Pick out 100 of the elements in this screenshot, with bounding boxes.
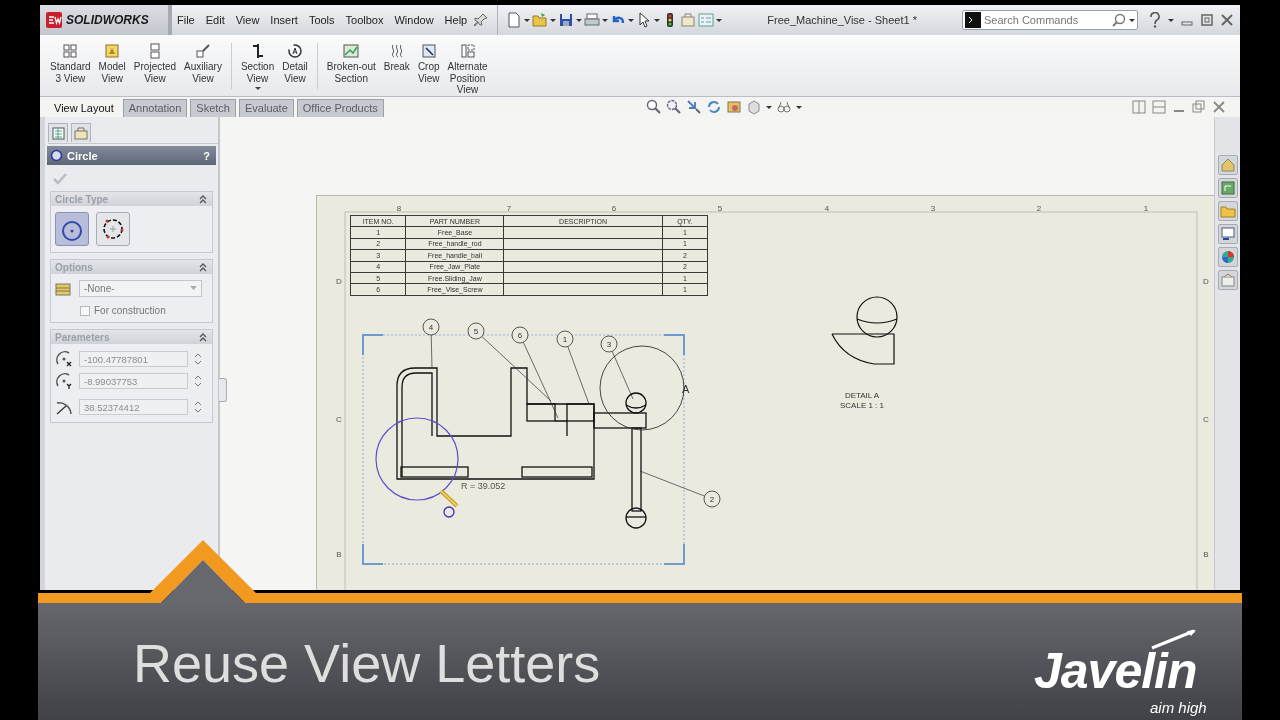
menu-item[interactable]: Toolbox <box>340 12 389 28</box>
balloon[interactable]: 2 <box>703 490 721 508</box>
circle-icon <box>50 149 63 162</box>
leader-line <box>611 350 634 400</box>
view-tool-icon <box>459 43 476 59</box>
save-icon[interactable] <box>558 12 575 28</box>
zone-label: 1 <box>1143 204 1149 213</box>
sketch-circle[interactable] <box>375 417 459 501</box>
printer-icon[interactable] <box>584 12 601 28</box>
previous-view-icon[interactable] <box>686 99 703 115</box>
toolbar-button[interactable]: Crop View <box>413 43 444 84</box>
glasses-icon[interactable] <box>776 99 793 115</box>
balloon[interactable]: 5 <box>467 322 485 340</box>
appearance-icon[interactable] <box>1217 247 1238 267</box>
view-tool-icon <box>287 43 304 59</box>
property-tab[interactable] <box>71 123 91 142</box>
help-button[interactable]: ? <box>203 149 210 162</box>
menu-item[interactable]: Help <box>439 12 473 28</box>
toolbar-button[interactable]: Detail View <box>278 43 312 84</box>
panel-title: Circle <box>67 149 99 162</box>
zone-label: C <box>336 415 342 424</box>
group-title: Options <box>55 261 94 273</box>
brand-logo: Javelin <box>1034 646 1197 696</box>
menu-item[interactable]: View <box>230 12 265 28</box>
menu-item[interactable]: File <box>172 12 200 28</box>
close-icon[interactable] <box>1220 13 1234 27</box>
zone-label: 8 <box>396 204 402 213</box>
checkbox[interactable] <box>80 305 90 316</box>
balloon[interactable]: 1 <box>556 330 574 348</box>
tab[interactable]: Sketch <box>190 99 236 117</box>
tile-icon[interactable] <box>1152 100 1166 114</box>
view-tool-icon <box>420 43 437 59</box>
center-y-icon <box>55 372 73 390</box>
view-tool-icon <box>62 43 79 59</box>
toolbar-button[interactable]: Projected View <box>129 43 181 84</box>
zone-label: D <box>336 277 342 286</box>
zone-label: C <box>1203 415 1209 424</box>
zone-label: B <box>336 550 342 559</box>
toolbar-button[interactable]: Model View <box>94 43 130 84</box>
view-tool-icon <box>343 43 360 59</box>
zoom-to-fit-icon[interactable] <box>646 99 663 115</box>
leader-line <box>639 470 705 497</box>
display-style-icon[interactable] <box>726 99 743 115</box>
toolbar-button[interactable]: Broken-out Section <box>322 43 380 84</box>
checkbox-label: For construction <box>94 305 166 316</box>
zone-label: 3 <box>930 204 936 213</box>
balloon[interactable]: 4 <box>422 318 440 336</box>
search-field[interactable]: Search Commands <box>962 10 1138 30</box>
search-input[interactable]: Search Commands <box>984 14 1109 26</box>
balloon[interactable]: 3 <box>600 335 618 353</box>
palette-icon[interactable] <box>1217 224 1238 244</box>
circle-type-button[interactable] <box>96 212 130 246</box>
feature-tree-tab[interactable] <box>48 123 68 142</box>
menu-item[interactable]: Edit <box>200 12 230 28</box>
brand-tagline: aim high <box>1150 698 1207 718</box>
home-icon[interactable] <box>1217 155 1238 175</box>
view-label: DETAIL A <box>844 391 880 400</box>
menu-item[interactable]: Insert <box>265 12 303 28</box>
balloon[interactable]: 6 <box>511 326 529 344</box>
group-title: Circle Type <box>55 193 110 205</box>
properties-icon[interactable] <box>1217 270 1238 290</box>
restore-icon[interactable] <box>1192 100 1206 114</box>
maximize-icon[interactable] <box>1200 13 1214 27</box>
collapse-icon[interactable] <box>198 332 208 342</box>
tab[interactable]: Evaluate <box>239 99 294 117</box>
zoom-area-icon[interactable] <box>666 99 683 115</box>
zone-label: D <box>1203 277 1209 286</box>
tile-icon[interactable] <box>1132 100 1146 114</box>
zone-label: B <box>1203 550 1209 559</box>
detail-view-drawing <box>831 296 898 365</box>
document-title: Free_Machine_Vise - Sheet1 * <box>766 14 918 26</box>
view-tool-icon <box>195 43 211 59</box>
tab[interactable]: Office Products <box>296 99 384 117</box>
layer-dropdown[interactable]: -None- <box>79 280 202 297</box>
menu-item[interactable]: Window <box>389 12 439 28</box>
spinner-icon[interactable] <box>194 351 202 367</box>
close-icon[interactable] <box>1212 100 1226 114</box>
spinner-icon[interactable] <box>194 373 202 389</box>
rotate-icon[interactable] <box>706 99 723 115</box>
toolbar-button[interactable]: Alternate Position View <box>443 43 492 96</box>
pencil-icon <box>439 489 459 508</box>
spinner-icon[interactable] <box>194 399 202 415</box>
toolbar-button[interactable]: Standard 3 View <box>46 43 95 84</box>
property-icon <box>74 126 88 140</box>
view-tool-icon <box>104 43 121 59</box>
toolbar-button[interactable]: Section View <box>236 43 279 94</box>
pin-icon[interactable] <box>473 12 490 28</box>
group-title: Parameters <box>55 331 111 343</box>
collapse-icon[interactable] <box>198 194 208 204</box>
library-icon[interactable] <box>1217 178 1238 198</box>
collapse-icon[interactable] <box>198 262 208 272</box>
menu-item[interactable]: Tools <box>303 12 340 28</box>
collapse-handle[interactable] <box>219 378 227 402</box>
search-icon[interactable] <box>1112 13 1126 27</box>
help-icon[interactable] <box>1148 12 1162 28</box>
leader-line <box>567 346 590 405</box>
toolbar-button[interactable]: Break <box>379 43 414 73</box>
radius-readout: R = 39.052 <box>461 481 506 491</box>
toolbar-button[interactable]: Auxiliary View <box>180 43 226 84</box>
tab[interactable]: Annotation <box>122 99 188 117</box>
